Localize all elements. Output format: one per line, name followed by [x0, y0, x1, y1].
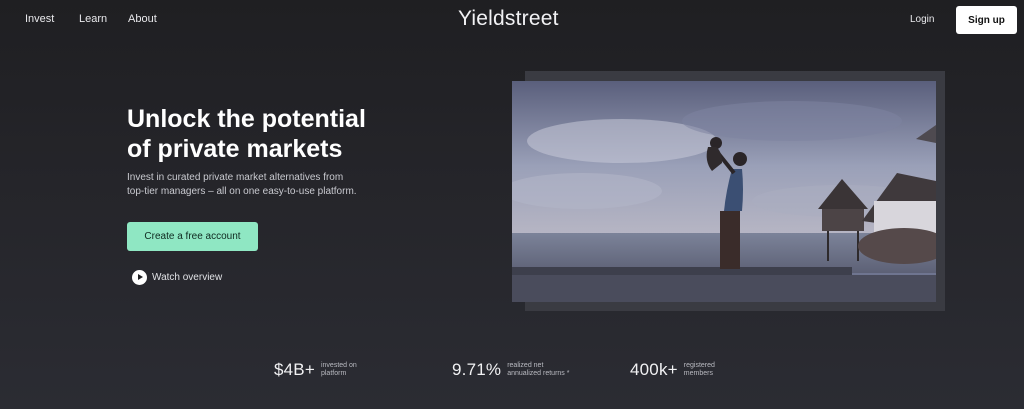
hero-photo-illustration — [512, 81, 936, 302]
stat-label: realized net annualized returns * — [507, 362, 569, 378]
nav-learn-link[interactable]: Learn — [79, 13, 107, 25]
create-account-button[interactable]: Create a free account — [127, 222, 258, 251]
hero-subtitle: Invest in curated private market alterna… — [127, 171, 387, 199]
stat-label-line: registered — [683, 362, 715, 369]
stat-label-line: annualized returns * — [507, 370, 570, 377]
stat-returns: 9.71% realized net annualized returns * — [452, 356, 569, 384]
hero-title-line: of private markets — [127, 135, 343, 163]
watch-overview-label: Watch overview — [152, 271, 223, 283]
stat-value: 400k+ — [630, 360, 678, 379]
stat-label: registered members — [684, 362, 715, 378]
hero-image — [512, 81, 936, 302]
watch-overview-link[interactable]: Watch overview — [132, 269, 222, 285]
stat-label-line: realized net — [507, 362, 544, 369]
brand-logo[interactable]: Yieldstreet — [458, 7, 559, 31]
stat-value: 9.71% — [452, 360, 502, 379]
hero-title-line: Unlock the potential — [127, 105, 366, 133]
stat-label: invested on platform — [321, 362, 357, 378]
nav-invest-link[interactable]: Invest — [25, 13, 54, 25]
stat-label-line: platform — [320, 370, 347, 377]
stat-invested: $4B+ invested on platform — [274, 356, 357, 384]
signup-button[interactable]: Sign up — [956, 6, 1017, 34]
hero-subtitle-line: Invest in curated private market alterna… — [127, 172, 344, 183]
stat-value: $4B+ — [274, 360, 315, 379]
hero-subtitle-line: top-tier managers – all on one easy-to-u… — [127, 186, 357, 197]
stat-label-line: invested on — [320, 362, 357, 369]
nav-about-link[interactable]: About — [128, 13, 157, 25]
hero-title: Unlock the potential of private markets — [127, 104, 427, 164]
stat-label-line: members — [683, 370, 713, 377]
play-circle-icon — [132, 269, 147, 285]
top-navigation: Invest Learn About Yieldstreet Login Sig… — [0, 0, 1024, 40]
stat-members: 400k+ registered members — [630, 356, 715, 384]
login-link[interactable]: Login — [910, 14, 934, 25]
